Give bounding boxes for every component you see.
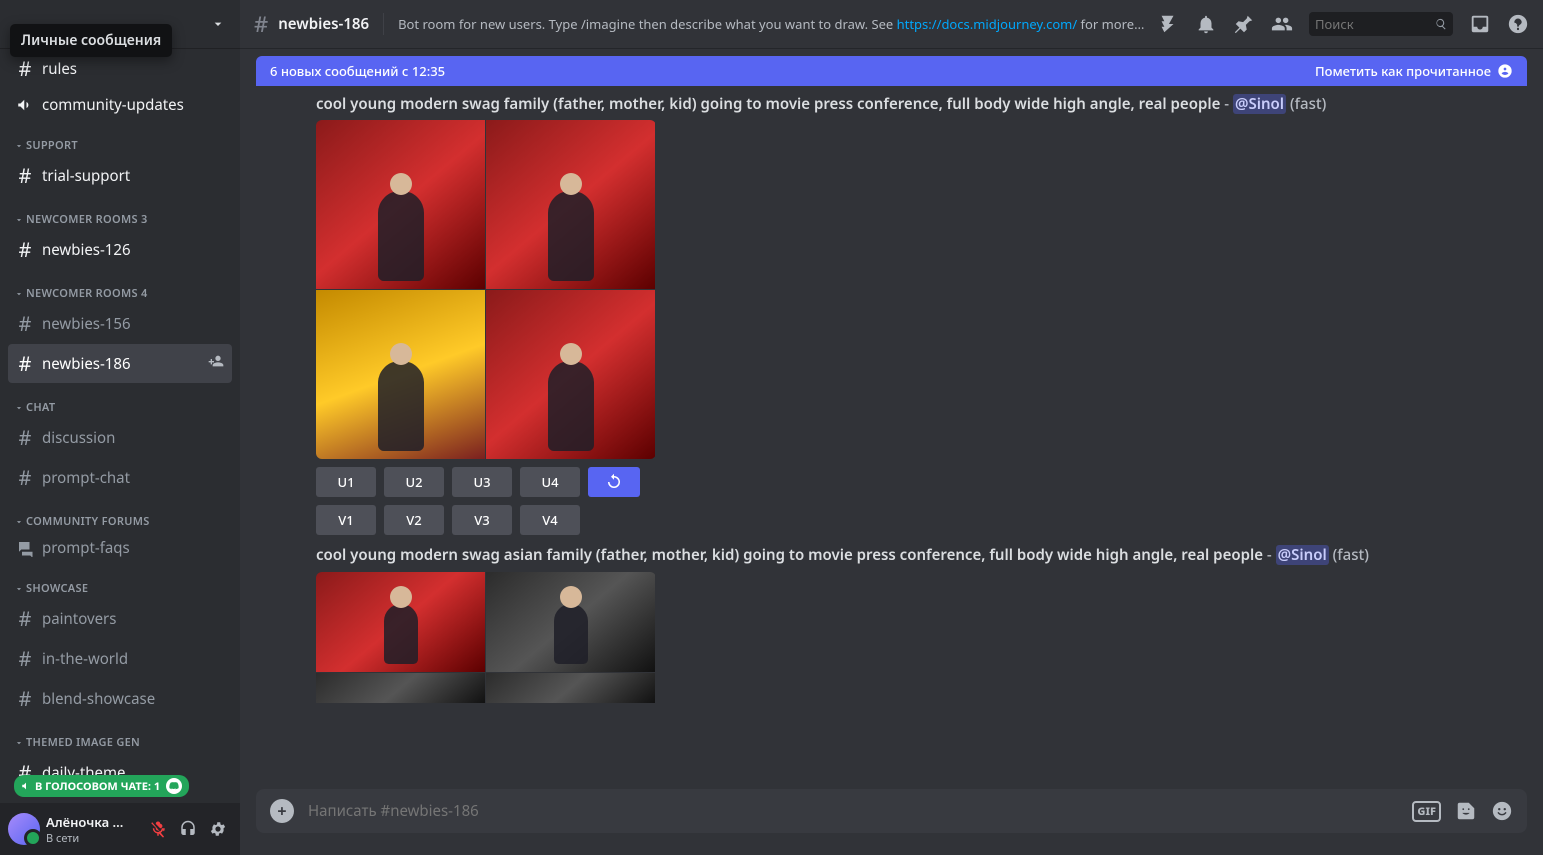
avatar[interactable] bbox=[8, 813, 40, 845]
sticker-button[interactable] bbox=[1455, 800, 1477, 822]
channel-label: newbies-126 bbox=[42, 240, 131, 260]
megaphone-icon bbox=[16, 96, 34, 114]
pin-icon[interactable] bbox=[1233, 13, 1255, 35]
channel-prompt-faqs[interactable]: prompt-faqs bbox=[8, 532, 232, 564]
channel-newbies-126[interactable]: # newbies-126 bbox=[8, 230, 232, 269]
channel-label: prompt-faqs bbox=[42, 538, 130, 558]
upscale-U2[interactable]: U2 bbox=[384, 467, 444, 497]
channel-label: newbies-186 bbox=[42, 354, 131, 374]
mark-read-icon bbox=[1497, 63, 1513, 79]
message: cool young modern swag asian family (fat… bbox=[260, 537, 1527, 774]
mention[interactable]: @Sinol bbox=[1276, 545, 1329, 565]
channel-community-updates[interactable]: community-updates bbox=[8, 89, 232, 121]
user-status: В сети bbox=[46, 831, 138, 846]
hash-icon: # bbox=[16, 55, 34, 82]
variation-V2[interactable]: V2 bbox=[384, 505, 444, 535]
voice-badge[interactable]: В ГОЛОСОВОМ ЧАТЕ: 1 bbox=[14, 775, 189, 797]
image-grid[interactable] bbox=[316, 572, 656, 773]
gif-button[interactable]: GIF bbox=[1412, 801, 1441, 822]
search-icon bbox=[1435, 17, 1447, 31]
category-header[interactable]: COMMUNITY FORUMS bbox=[8, 498, 232, 531]
user-info[interactable]: Алёночка ... В сети bbox=[46, 813, 138, 846]
new-messages-bar[interactable]: 6 новых сообщений с 12:35 Пометить как п… bbox=[256, 56, 1527, 86]
prompt-text: cool young modern swag asian family (fat… bbox=[316, 545, 1527, 565]
inbox-icon[interactable] bbox=[1469, 13, 1491, 35]
hash-icon: # bbox=[16, 350, 34, 377]
image-grid[interactable] bbox=[316, 120, 656, 459]
channel-newbies-186[interactable]: # newbies-186 bbox=[8, 344, 232, 383]
message-input-box: + GIF bbox=[256, 789, 1527, 833]
channel-label: prompt-chat bbox=[42, 468, 130, 488]
new-messages-text: 6 новых сообщений с 12:35 bbox=[270, 62, 445, 80]
hash-icon: # bbox=[16, 310, 34, 337]
category-header[interactable]: SHOWCASE bbox=[8, 565, 232, 598]
message-input[interactable] bbox=[308, 801, 1398, 821]
dm-tooltip: Личные сообщения bbox=[10, 24, 172, 57]
notifications-icon[interactable] bbox=[1195, 13, 1217, 35]
emoji-button[interactable] bbox=[1491, 800, 1513, 822]
channel-in-the-world[interactable]: # in-the-world bbox=[8, 639, 232, 678]
channel-prompt-chat[interactable]: # prompt-chat bbox=[8, 458, 232, 497]
channel-label: rules bbox=[42, 59, 77, 79]
user-panel: Алёночка ... В сети bbox=[0, 803, 240, 855]
channel-topic[interactable]: Bot room for new users. Type /imagine th… bbox=[398, 15, 1147, 33]
search-input[interactable] bbox=[1315, 15, 1431, 33]
hash-icon: # bbox=[16, 236, 34, 263]
channel-label: paintovers bbox=[42, 609, 116, 629]
channel-sidebar: Личные сообщения # rules community-updates… bbox=[0, 0, 240, 855]
channel-blend-showcase[interactable]: # blend-showcase bbox=[8, 679, 232, 718]
category-header[interactable]: SUPPORT bbox=[8, 122, 232, 155]
help-icon[interactable] bbox=[1507, 13, 1529, 35]
reroll-button[interactable] bbox=[588, 467, 640, 497]
prompt-text: cool young modern swag family (father, m… bbox=[316, 94, 1527, 114]
channel-label: discussion bbox=[42, 428, 115, 448]
message: cool young modern swag family (father, m… bbox=[260, 86, 1527, 537]
chevron-down-icon bbox=[210, 16, 226, 32]
variation-V4[interactable]: V4 bbox=[520, 505, 580, 535]
upscale-U1[interactable]: U1 bbox=[316, 467, 376, 497]
settings-button[interactable] bbox=[204, 815, 232, 843]
hash-icon: # bbox=[16, 162, 34, 189]
hash-icon: # bbox=[16, 685, 34, 712]
category-header[interactable]: NEWCOMER ROOMS 3 bbox=[8, 196, 232, 229]
channel-label: blend-showcase bbox=[42, 689, 155, 709]
discord-icon bbox=[166, 778, 182, 794]
channel-title: newbies-186 bbox=[278, 14, 369, 34]
topic-link[interactable]: https://docs.midjourney.com/ bbox=[897, 15, 1078, 33]
channel-newbies-156[interactable]: # newbies-156 bbox=[8, 304, 232, 343]
channel-discussion[interactable]: # discussion bbox=[8, 418, 232, 457]
user-name: Алёночка ... bbox=[46, 813, 138, 831]
category-header[interactable]: CHAT bbox=[8, 384, 232, 417]
channel-paintovers[interactable]: # paintovers bbox=[8, 599, 232, 638]
category-header[interactable]: NEWCOMER ROOMS 4 bbox=[8, 270, 232, 303]
hash-icon: # bbox=[16, 424, 34, 451]
channel-label: in-the-world bbox=[42, 649, 128, 669]
upscale-U3[interactable]: U3 bbox=[452, 467, 512, 497]
channel-label: trial-support bbox=[42, 166, 130, 186]
mark-read-button[interactable]: Пометить как прочитанное bbox=[1315, 62, 1513, 80]
category-header[interactable]: THEMED IMAGE GEN bbox=[8, 719, 232, 752]
deafen-button[interactable] bbox=[174, 815, 202, 843]
variation-V3[interactable]: V3 bbox=[452, 505, 512, 535]
variation-V1[interactable]: V1 bbox=[316, 505, 376, 535]
channel-trial-support[interactable]: # trial-support bbox=[8, 156, 232, 195]
hash-icon: # bbox=[254, 9, 268, 39]
members-icon[interactable] bbox=[1271, 13, 1293, 35]
add-user-icon[interactable] bbox=[208, 353, 224, 374]
threads-icon[interactable] bbox=[1157, 13, 1179, 35]
hash-icon: # bbox=[16, 605, 34, 632]
search-box[interactable] bbox=[1309, 12, 1453, 36]
hash-icon: # bbox=[16, 464, 34, 491]
attach-button[interactable]: + bbox=[270, 799, 294, 823]
channel-label: community-updates bbox=[42, 95, 184, 115]
forum-icon bbox=[16, 539, 34, 557]
voice-badge-text: В ГОЛОСОВОМ ЧАТЕ: 1 bbox=[35, 779, 160, 794]
mute-button[interactable] bbox=[144, 815, 172, 843]
channel-label: newbies-156 bbox=[42, 314, 131, 334]
upscale-U4[interactable]: U4 bbox=[520, 467, 580, 497]
channel-header: # newbies-186 Bot room for new users. Ty… bbox=[240, 0, 1543, 48]
mention[interactable]: @Sinol bbox=[1233, 94, 1286, 114]
hash-icon: # bbox=[16, 645, 34, 672]
speaker-icon bbox=[21, 781, 31, 791]
